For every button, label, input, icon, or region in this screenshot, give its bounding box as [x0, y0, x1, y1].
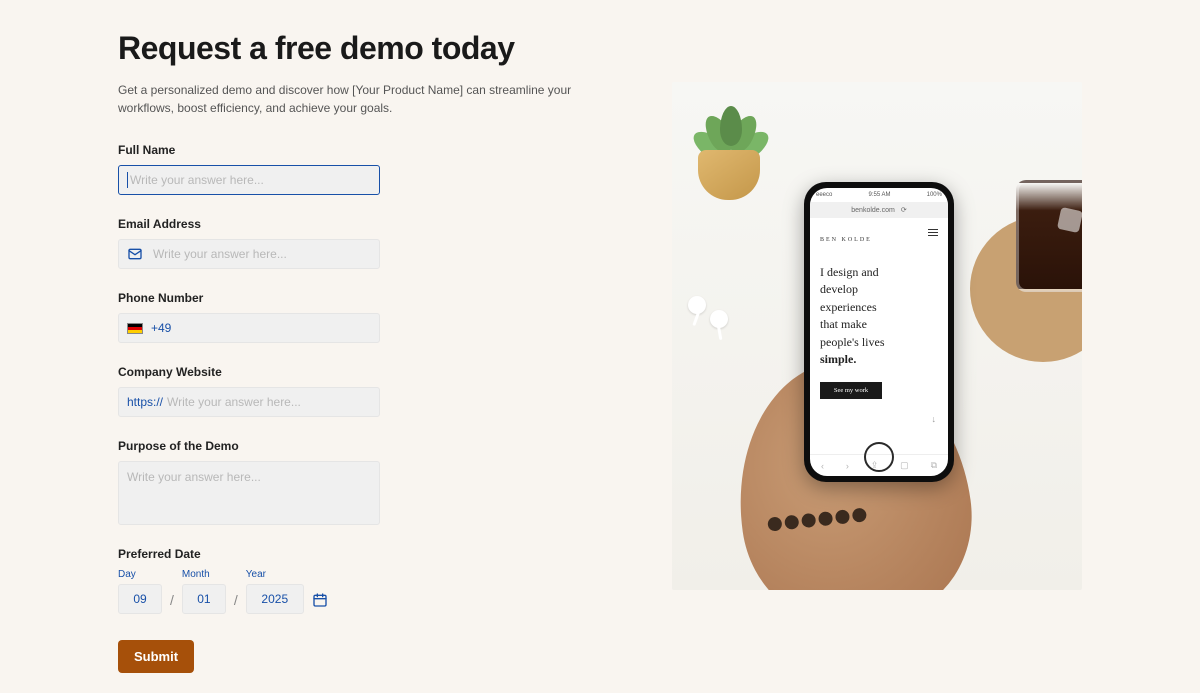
plant-icon — [688, 100, 770, 200]
email-input-wrap[interactable] — [118, 239, 380, 269]
hero-image: eeeco 9:55 AM 100% benkolde.com ⟳ BEN KO… — [672, 82, 1082, 590]
website-input[interactable] — [167, 395, 371, 409]
site-brand: BEN KOLDE — [820, 237, 872, 243]
submit-button[interactable]: Submit — [118, 640, 194, 673]
menu-icon — [928, 229, 938, 236]
year-input[interactable]: 2025 — [246, 584, 304, 614]
home-button-icon — [864, 442, 894, 472]
text-caret — [127, 172, 128, 188]
site-cta-button: See my work — [820, 382, 882, 399]
date-separator: / — [170, 592, 174, 614]
field-website: Company Website https:// — [118, 365, 578, 417]
field-full-name: Full Name — [118, 143, 578, 195]
day-mini-label: Day — [118, 569, 162, 580]
bookmark-icon: ▢ — [900, 460, 909, 471]
phone-prefix: +49 — [151, 321, 171, 335]
coffee-glass-icon — [1016, 180, 1082, 292]
website-label: Company Website — [118, 365, 578, 379]
phone-input-wrap[interactable]: +49 — [118, 313, 380, 343]
purpose-textarea[interactable] — [127, 470, 371, 516]
month-mini-label: Month — [182, 569, 226, 580]
mail-icon — [127, 246, 143, 262]
phone-status-left: eeeco — [816, 192, 832, 198]
earbuds-icon — [688, 296, 744, 332]
forward-icon: › — [846, 461, 849, 471]
email-input[interactable] — [153, 247, 371, 261]
phone-input[interactable] — [175, 321, 371, 335]
phone-status-time: 9:55 AM — [868, 192, 890, 198]
field-phone: Phone Number +49 — [118, 291, 578, 343]
preferred-date-label: Preferred Date — [118, 547, 578, 561]
purpose-label: Purpose of the Demo — [118, 439, 578, 453]
website-input-wrap[interactable]: https:// — [118, 387, 380, 417]
field-preferred-date: Preferred Date Day 09 / Month 01 / Year … — [118, 547, 578, 614]
refresh-icon: ⟳ — [901, 206, 907, 214]
website-protocol: https:// — [127, 395, 163, 409]
tabs-icon: ⧉ — [931, 460, 937, 471]
phone-url: benkolde.com — [851, 207, 895, 214]
phone-status-right: 100% — [927, 192, 942, 198]
field-purpose: Purpose of the Demo — [118, 439, 578, 525]
month-input[interactable]: 01 — [182, 584, 226, 614]
full-name-label: Full Name — [118, 143, 578, 157]
field-email: Email Address — [118, 217, 578, 269]
back-icon: ‹ — [821, 461, 824, 471]
page-subtitle: Get a personalized demo and discover how… — [118, 81, 578, 117]
flag-de-icon[interactable] — [127, 323, 143, 334]
scroll-down-icon: ↓ — [932, 414, 937, 424]
day-input[interactable]: 09 — [118, 584, 162, 614]
full-name-input[interactable] — [130, 173, 371, 187]
full-name-input-wrap[interactable] — [118, 165, 380, 195]
phone-label: Phone Number — [118, 291, 578, 305]
site-copy: I design and develop experiences that ma… — [820, 264, 938, 368]
phone-mockup: eeeco 9:55 AM 100% benkolde.com ⟳ BEN KO… — [804, 182, 954, 482]
email-label: Email Address — [118, 217, 578, 231]
year-mini-label: Year — [246, 569, 304, 580]
page-title: Request a free demo today — [118, 30, 578, 67]
purpose-textarea-wrap[interactable] — [118, 461, 380, 525]
date-separator: / — [234, 592, 238, 614]
calendar-icon[interactable] — [312, 592, 328, 608]
